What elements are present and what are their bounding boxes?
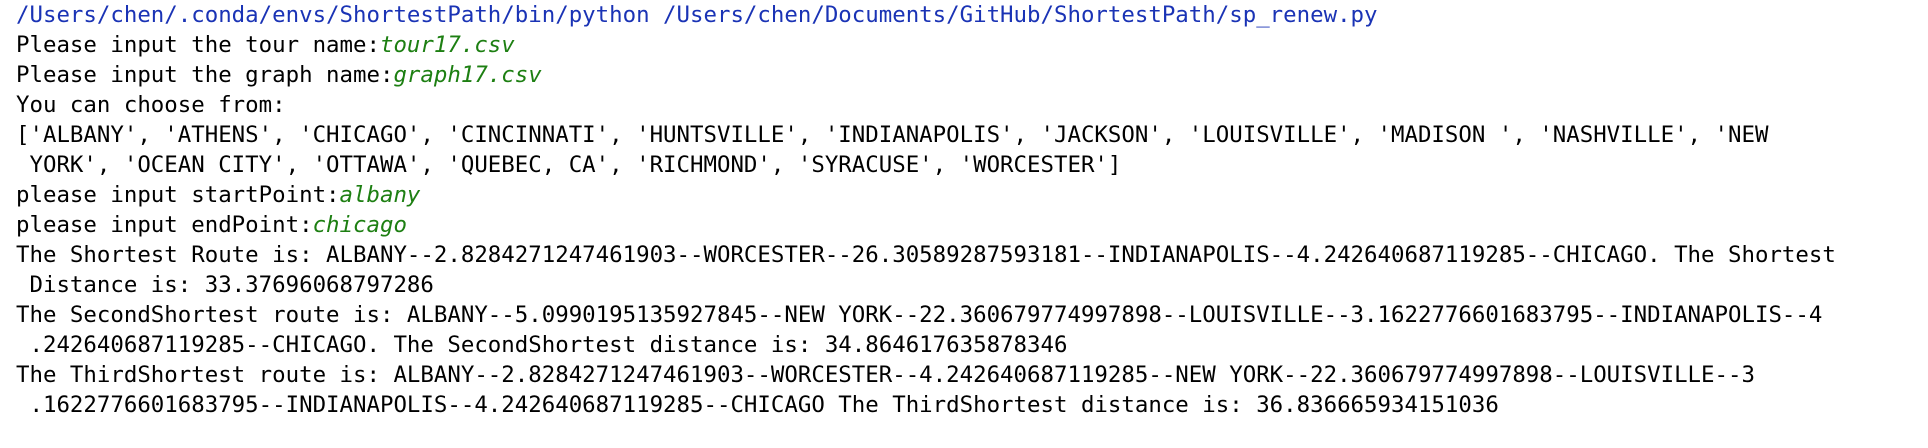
end-prompt-line: please input endPoint:chicago	[16, 210, 1928, 240]
graph-input: graph17.csv	[393, 62, 542, 88]
graph-prompt: Please input the graph name:	[16, 62, 394, 88]
start-prompt-line: please input startPoint:albany	[16, 180, 1928, 210]
second-route-line-1: The SecondShortest route is: ALBANY--5.0…	[16, 302, 1823, 328]
end-input: chicago	[312, 212, 407, 238]
second-route-line-2: .242640687119285--CHICAGO. The SecondSho…	[16, 332, 1068, 358]
tour-input: tour17.csv	[379, 32, 515, 58]
options-line-2: YORK', 'OCEAN CITY', 'OTTAWA', 'QUEBEC, …	[16, 152, 1122, 178]
choose-from-text: You can choose from:	[16, 92, 286, 118]
third-route-line-1: The ThirdShortest route is: ALBANY--2.82…	[16, 362, 1755, 388]
console-output: /Users/chen/.conda/envs/ShortestPath/bin…	[0, 0, 1928, 448]
start-prompt: please input startPoint:	[16, 182, 340, 208]
options-line-1: ['ALBANY', 'ATHENS', 'CHICAGO', 'CINCINN…	[16, 122, 1769, 148]
shortest-route-line-2: Distance is: 33.37696068797286	[16, 272, 434, 298]
third-route-line-2: .1622776601683795--INDIANAPOLIS--4.24264…	[16, 392, 1499, 418]
start-input: albany	[339, 182, 421, 208]
command-line: /Users/chen/.conda/envs/ShortestPath/bin…	[16, 2, 1378, 28]
shortest-route-line-1: The Shortest Route is: ALBANY--2.8284271…	[16, 242, 1836, 268]
tour-prompt: Please input the tour name:	[16, 32, 380, 58]
tour-prompt-line: Please input the tour name:tour17.csv	[16, 30, 1928, 60]
end-prompt: please input endPoint:	[16, 212, 313, 238]
graph-prompt-line: Please input the graph name:graph17.csv	[16, 60, 1928, 90]
